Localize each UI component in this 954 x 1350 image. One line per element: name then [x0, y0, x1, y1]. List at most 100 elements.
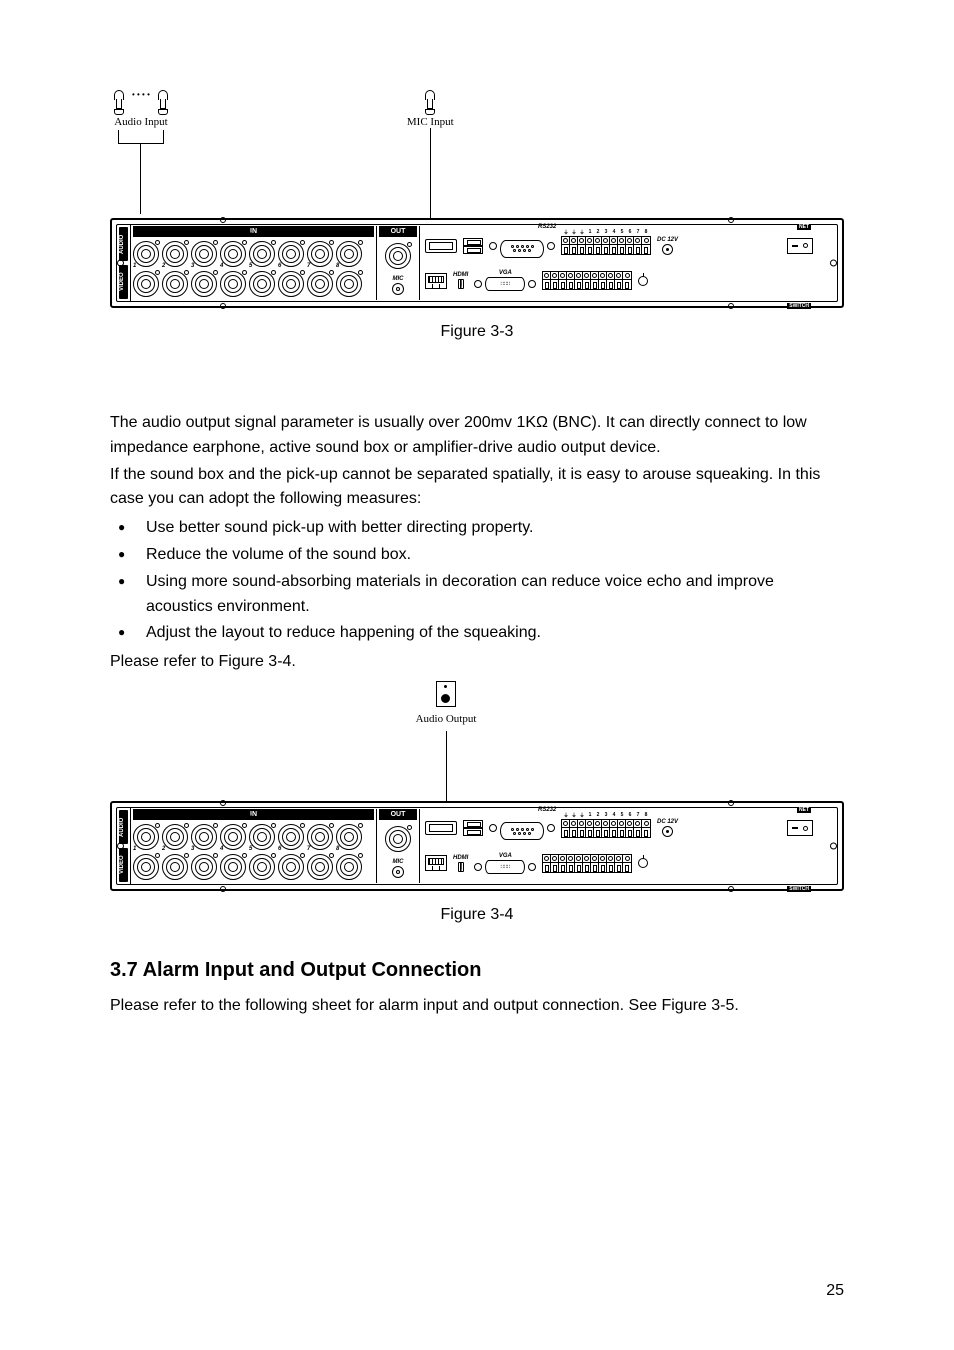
- measure-item-1: Use better sound pick-up with better dir…: [110, 516, 844, 541]
- bnc-video-in-5: 5: [249, 854, 275, 880]
- bnc-audio-in-1: 1: [133, 241, 159, 267]
- bnc-audio-in-4: 4: [220, 241, 246, 267]
- esata-port-icon: [425, 821, 457, 835]
- measure-item-3: Using more sound-absorbing materials in …: [110, 570, 844, 620]
- measure-item-2: Reduce the volume of the sound box.: [110, 543, 844, 568]
- mic-port-label: MIC: [393, 859, 404, 865]
- dc12v-label: DC 12V: [657, 237, 678, 243]
- speaker-icon: [436, 681, 456, 707]
- video-row-label: VIDEO: [119, 848, 128, 882]
- net-label: NET: [797, 807, 811, 813]
- hdmi-label: HDMI: [453, 855, 468, 861]
- alarm-terminal-upper-icon: ⏚⏚⏚12345678: [561, 236, 651, 255]
- net-label: NET: [797, 224, 811, 230]
- vga-port-icon: ∷∷∷: [485, 277, 525, 291]
- audio-row-label: AUDIO: [119, 227, 128, 261]
- section-3-7-body: Please refer to the following sheet for …: [110, 994, 844, 1019]
- bnc-audio-in-8: 8: [336, 241, 362, 267]
- audio-input-group: • • • • Audio Input: [110, 90, 172, 218]
- audio-input-label: Audio Input: [114, 116, 167, 128]
- bnc-audio-in-7: 7: [307, 241, 333, 267]
- bnc-video-in-3: 3: [191, 271, 217, 297]
- mic-port-icon: [392, 866, 404, 878]
- squeaking-intro: If the sound box and the pick-up cannot …: [110, 463, 844, 513]
- bnc-audio-in-5: 5: [249, 824, 275, 850]
- bnc-video-in-5: 5: [249, 271, 275, 297]
- rs232-label: RS232: [538, 807, 556, 813]
- dvr-back-panel: AUDIO VIDEO IN 1 2 3 4 5 6 7: [110, 218, 844, 308]
- alarm-terminal-lower-icon: [542, 854, 632, 873]
- bnc-video-in-7: 7: [307, 271, 333, 297]
- bnc-audio-out: [385, 826, 411, 852]
- alarm-terminal-lower-icon: [542, 271, 632, 290]
- hdmi-label: HDMI: [453, 272, 468, 278]
- alarm-terminal-upper-icon: ⏚⏚⏚12345678: [561, 819, 651, 838]
- hdmi-port-icon: [460, 863, 462, 871]
- bnc-video-in-7: 7: [307, 854, 333, 880]
- power-switch-icon: [787, 820, 813, 836]
- switch-label: SWITCH: [787, 303, 811, 309]
- figure-3-3-diagram: • • • • Audio Input MIC Input: [110, 90, 844, 308]
- bnc-audio-in-6: 6: [278, 824, 304, 850]
- dc12v-label: DC 12V: [657, 819, 678, 825]
- bnc-audio-in-7: 7: [307, 824, 333, 850]
- usb-ports-icon: [463, 238, 483, 254]
- ellipsis-icon: • • • •: [132, 90, 150, 99]
- bnc-audio-in-2: 2: [162, 824, 188, 850]
- measures-list: Use better sound pick-up with better dir…: [110, 516, 844, 646]
- esata-port-icon: [425, 239, 457, 253]
- bnc-audio-out: [385, 243, 411, 269]
- bnc-video-in-4: 4: [220, 271, 246, 297]
- bnc-video-in-8: 8: [336, 854, 362, 880]
- power-switch-icon: [787, 238, 813, 254]
- hex-screw-icon: [547, 242, 555, 250]
- ethernet-port-icon: [425, 855, 447, 871]
- bnc-video-in-6: 6: [278, 854, 304, 880]
- ethernet-port-icon: [425, 273, 447, 289]
- bnc-video-in-2: 2: [162, 271, 188, 297]
- audio-output-description: The audio output signal parameter is usu…: [110, 411, 844, 461]
- hex-screw-icon: [489, 242, 497, 250]
- page-number: 25: [826, 1282, 844, 1300]
- audio-row-label: AUDIO: [119, 810, 128, 844]
- bnc-audio-in-6: 6: [278, 241, 304, 267]
- hex-screw-icon: [547, 824, 555, 832]
- dc-jack-icon: [662, 244, 673, 255]
- rs232-port-icon: [500, 822, 544, 840]
- bnc-audio-in-3: 3: [191, 824, 217, 850]
- out-label: OUT: [379, 226, 417, 237]
- dvr-back-panel-2: AUDIO VIDEO IN 1 2 3 4 5 6 7: [110, 801, 844, 891]
- section-3-7-heading: 3.7 Alarm Input and Output Connection: [110, 959, 844, 982]
- ground-screw-icon: [638, 276, 648, 286]
- hex-screw-icon: [528, 863, 536, 871]
- bnc-video-in-6: 6: [278, 271, 304, 297]
- figure-3-4-diagram: Audio Output AUDIO VIDEO IN 1 2: [110, 681, 844, 891]
- ground-screw-icon: [638, 858, 648, 868]
- bnc-audio-in-1: 1: [133, 824, 159, 850]
- figure-3-4-caption: Figure 3-4: [110, 906, 844, 924]
- dc-jack-icon: [662, 826, 673, 837]
- rs232-port-icon: [500, 240, 544, 258]
- switch-label: SWITCH: [787, 886, 811, 892]
- bnc-video-in-2: 2: [162, 854, 188, 880]
- mic-port-label: MIC: [393, 276, 404, 282]
- bnc-video-in-1: 1: [133, 854, 159, 880]
- refer-figure-3-4: Please refer to Figure 3-4.: [110, 650, 844, 675]
- mic-port-icon: [392, 283, 404, 295]
- bnc-audio-in-8: 8: [336, 824, 362, 850]
- vga-label: VGA: [499, 853, 512, 859]
- hex-screw-icon: [474, 863, 482, 871]
- vga-port-icon: ∷∷∷: [485, 860, 525, 874]
- measure-item-4: Adjust the layout to reduce happening of…: [110, 621, 844, 646]
- out-label: OUT: [379, 809, 417, 820]
- hdmi-port-icon: [460, 280, 462, 288]
- audio-output-label: Audio Output: [416, 713, 477, 725]
- hex-screw-icon: [489, 824, 497, 832]
- bnc-video-in-8: 8: [336, 271, 362, 297]
- bnc-audio-in-4: 4: [220, 824, 246, 850]
- hex-screw-icon: [528, 280, 536, 288]
- rs232-label: RS232: [538, 224, 556, 230]
- bnc-video-in-4: 4: [220, 854, 246, 880]
- video-row-label: VIDEO: [119, 265, 128, 299]
- bnc-video-in-1: 1: [133, 271, 159, 297]
